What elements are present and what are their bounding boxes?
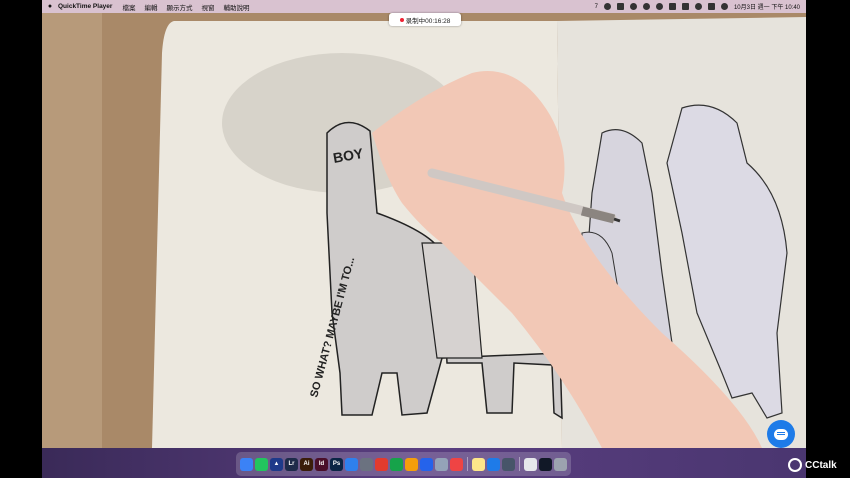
recording-time: 录制中00:16:28 xyxy=(405,17,451,25)
safari-dock-icon[interactable] xyxy=(345,457,358,471)
photoshop-dock-icon[interactable]: Ps xyxy=(330,457,343,471)
cctalk-logo-icon xyxy=(788,458,802,472)
record-tray-icon[interactable] xyxy=(629,3,637,10)
app-menu[interactable]: QuickTime Player xyxy=(58,3,112,10)
menu-file[interactable]: 檔案 xyxy=(122,2,135,12)
numbers-dock-icon[interactable] xyxy=(390,457,403,471)
affinity-dock-icon[interactable]: ▲ xyxy=(270,457,283,471)
status-tray: 7 10月3日 週一 下午 10:40 xyxy=(595,2,806,11)
lightroom-dock-icon[interactable]: Lr xyxy=(285,457,298,471)
files-dock-icon[interactable] xyxy=(524,457,537,471)
menu-help[interactable]: 輔助說明 xyxy=(223,2,249,12)
clock-tray-icon[interactable] xyxy=(642,3,650,10)
moon-tray-icon[interactable] xyxy=(655,3,663,10)
recording-dot-icon xyxy=(399,17,404,22)
finder-dock-icon[interactable] xyxy=(240,457,253,471)
notification-count[interactable]: 7 xyxy=(595,4,598,10)
sketchbook-scene: BOY SO WHAT? MAYBE I'M TO... xyxy=(42,13,806,448)
input-method-icon[interactable] xyxy=(668,3,676,10)
cctalk-watermark: CCtalk xyxy=(788,458,837,472)
control-center-icon[interactable] xyxy=(707,3,715,10)
chrome-dock-icon[interactable] xyxy=(450,457,463,471)
menu-edit[interactable]: 編輯 xyxy=(144,2,157,12)
illustrator-dock-icon[interactable]: Ai xyxy=(300,457,313,471)
indesign-dock-icon[interactable]: Id xyxy=(315,457,328,471)
desk-edge xyxy=(42,13,102,448)
wechat-tray-icon[interactable] xyxy=(603,3,611,10)
preview-dock-icon[interactable] xyxy=(435,457,448,471)
quicktime-dock-icon[interactable] xyxy=(502,457,515,471)
window-tray-icon[interactable] xyxy=(616,3,624,10)
video-frame[interactable]: BOY SO WHAT? MAYBE I'M TO... xyxy=(42,13,806,448)
keynote-dock-icon[interactable] xyxy=(420,457,433,471)
recording-indicator[interactable]: 录制中00:16:28 xyxy=(389,13,461,26)
notes-dock-icon[interactable] xyxy=(472,457,485,471)
settings-dock-icon[interactable] xyxy=(360,457,373,471)
dock-separator xyxy=(467,457,468,471)
wechat-dock-icon[interactable] xyxy=(255,457,268,471)
battery-icon[interactable] xyxy=(681,3,689,10)
chat-icon xyxy=(774,428,788,440)
wifi-icon[interactable] xyxy=(694,3,702,10)
dock-separator xyxy=(519,457,520,471)
cctalk-app-dock-icon[interactable] xyxy=(487,457,500,471)
menu-window[interactable]: 視窗 xyxy=(201,2,214,12)
apple-menu-icon[interactable]: ● xyxy=(42,3,58,10)
screen: ● QuickTime Player 檔案 編輯 顯示方式 視窗 輔助說明 7 … xyxy=(0,0,850,478)
menu-view[interactable]: 顯示方式 xyxy=(166,2,192,12)
chat-bubble-button[interactable] xyxy=(767,420,795,448)
cctalk-label: CCtalk xyxy=(805,459,837,471)
office-dock-icon[interactable] xyxy=(375,457,388,471)
trash-dock-icon[interactable] xyxy=(554,457,567,471)
clock[interactable]: 10月3日 週一 下午 10:40 xyxy=(734,2,800,11)
siri-icon[interactable] xyxy=(720,3,728,10)
menu-bar: ● QuickTime Player 檔案 編輯 顯示方式 視窗 輔助說明 7 … xyxy=(42,0,806,13)
terminal-dock-icon[interactable] xyxy=(539,457,552,471)
charts-dock-icon[interactable] xyxy=(405,457,418,471)
dock: ▲ Lr Ai Id Ps xyxy=(236,452,571,476)
pen-tip xyxy=(613,217,621,223)
